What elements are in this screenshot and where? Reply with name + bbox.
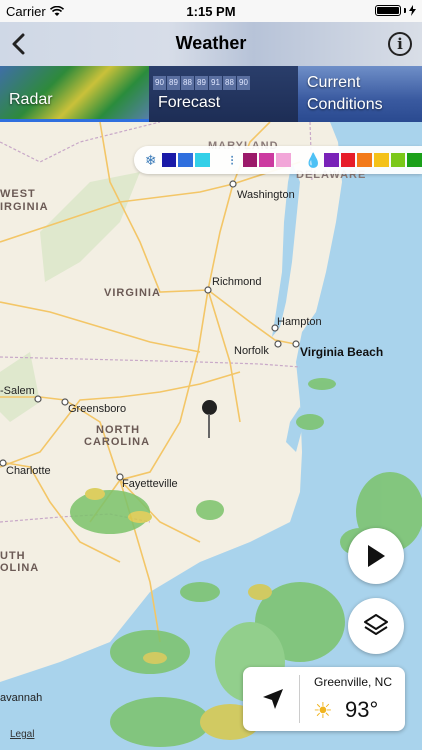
battery-indicator	[375, 5, 416, 16]
info-button[interactable]: i	[388, 32, 412, 56]
status-bar: Carrier 1:15 PM	[0, 0, 422, 22]
mixed-precipitation-icon: ⁝	[229, 151, 235, 168]
state-label-north-carolina-line2: CAROLINA	[84, 436, 151, 448]
state-label-south-carolina-line2: OLINA	[0, 562, 40, 574]
view-tabs: Radar 90 89 88 89 91 88 90 Forecast Curr…	[0, 66, 422, 122]
legend-swatch-rain	[357, 153, 373, 167]
play-icon	[368, 545, 385, 567]
park-area	[40, 172, 140, 282]
legend-swatch-mix	[259, 153, 275, 167]
tab-radar[interactable]: Radar	[0, 66, 149, 122]
forecast-cell: 90	[237, 76, 250, 90]
city-label-norfolk: Norfolk	[234, 345, 269, 357]
location-arrow-icon[interactable]	[259, 685, 287, 713]
city-label-fayetteville: Fayetteville	[122, 478, 178, 490]
card-divider	[299, 675, 300, 723]
city-label-richmond: Richmond	[212, 276, 262, 288]
state-label-south-carolina-line1: UTH	[0, 550, 26, 562]
legend-swatch-snow	[161, 153, 177, 167]
city-label-charlotte: Charlotte	[6, 465, 51, 477]
city-label-savannah: avannah	[0, 692, 43, 704]
tab-current-conditions[interactable]: Current Conditions	[298, 66, 422, 122]
sun-icon: ☀	[313, 698, 333, 723]
battery-tip	[404, 8, 406, 13]
state-label-virginia: VIRGINIA	[104, 287, 161, 299]
map-graphics	[0, 122, 422, 750]
city-label-greensboro: Greensboro	[68, 403, 127, 415]
forecast-cell: 89	[195, 76, 208, 90]
city-label-virginia-beach: Virginia Beach	[300, 345, 384, 359]
forecast-cell: 91	[209, 76, 222, 90]
snow-icon: ❄	[144, 151, 157, 168]
location-pin-icon[interactable]	[202, 400, 217, 415]
forecast-cell: 88	[223, 76, 236, 90]
map-layers-button[interactable]	[348, 598, 404, 654]
battery-level	[377, 7, 399, 14]
legend-swatch-snow	[178, 153, 193, 167]
tab-forecast-label: Forecast	[158, 94, 221, 111]
va-nc-border	[0, 356, 301, 368]
status-time: 1:15 PM	[186, 4, 236, 19]
legend-swatch-rain	[324, 153, 339, 167]
state-label-west-virginia-line2: IRGINIA	[0, 201, 49, 213]
city-label-washington: Washington	[237, 189, 295, 201]
play-animation-button[interactable]	[348, 528, 404, 584]
layers-icon	[364, 614, 388, 635]
forecast-cell: 90	[153, 76, 166, 90]
state-label-west-virginia-line1: WEST	[0, 188, 36, 200]
state-label-north-carolina-line1: NORTH	[96, 424, 141, 436]
legend-swatch-rain	[407, 153, 422, 167]
radar-map[interactable]: MARYLAND DELAWARE WEST IRGINIA VIRGINIA …	[0, 122, 422, 750]
tab-forecast[interactable]: 90 89 88 89 91 88 90 Forecast	[149, 66, 298, 122]
legend-swatch-snow	[194, 153, 210, 167]
forecast-cell: 88	[181, 76, 194, 90]
precipitation-legend: ❄ ⁝ 💧	[134, 146, 422, 174]
city-label-salem: -Salem	[0, 385, 35, 397]
forecast-cell: 89	[167, 76, 180, 90]
legend-swatch-rain	[374, 153, 389, 167]
forecast-thumbnail-cells: 90 89 88 89 91 88 90	[153, 76, 250, 90]
pamlico-sound	[286, 407, 304, 452]
charging-bolt-icon	[409, 5, 416, 16]
rain-drop-icon: 💧	[304, 151, 323, 168]
location-name: Greenville, NC	[313, 675, 393, 689]
legend-swatch-rain	[340, 153, 356, 167]
legend-swatch-rain	[390, 153, 406, 167]
info-icon: i	[397, 35, 403, 53]
legend-swatch-mix	[276, 153, 291, 167]
current-location-card[interactable]: Greenville, NC ☀ 93°	[243, 667, 405, 731]
tab-radar-label: Radar	[9, 91, 53, 108]
current-temperature: 93°	[345, 697, 379, 722]
page-title: Weather	[175, 33, 247, 53]
weather-screen: Carrier 1:15 PM Weather i Radar 90 89 88…	[0, 0, 422, 750]
location-pin-stem	[208, 414, 210, 438]
city-label-hampton: Hampton	[277, 316, 322, 328]
legal-link[interactable]: Legal	[10, 729, 34, 740]
navigation-bar: Weather i	[0, 22, 422, 66]
tab-current-conditions-label: Current Conditions	[307, 74, 383, 113]
battery-icon	[375, 5, 401, 16]
legend-swatch-mix	[242, 153, 258, 167]
